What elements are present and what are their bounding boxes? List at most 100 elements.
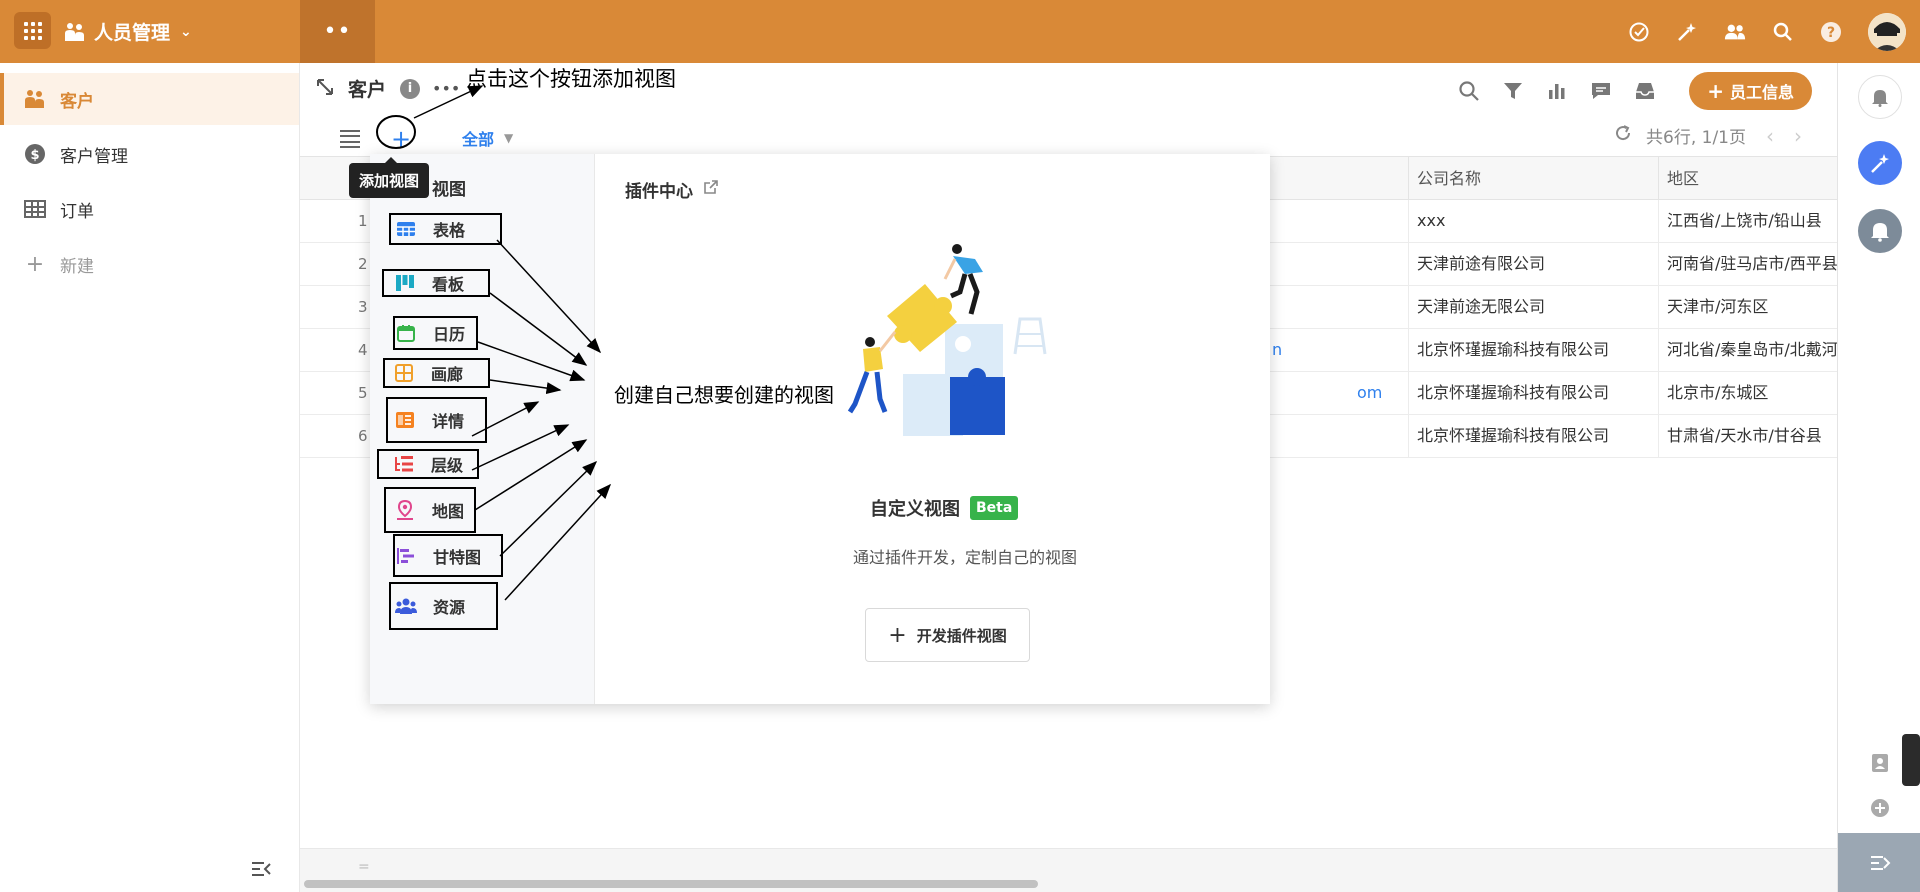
grid-table-icon bbox=[395, 218, 417, 240]
view-option-resource[interactable]: 资源 bbox=[389, 582, 498, 630]
add-comment-icon[interactable] bbox=[1870, 798, 1890, 818]
external-link-icon bbox=[703, 179, 719, 200]
search-icon[interactable] bbox=[1772, 21, 1794, 43]
collapse-panel-button[interactable] bbox=[1838, 833, 1920, 892]
caret-down-icon[interactable]: ▼ bbox=[504, 131, 513, 145]
view-option-table[interactable]: 表格 bbox=[389, 213, 502, 245]
side-handle[interactable] bbox=[1902, 734, 1920, 786]
view-option-label: 层级 bbox=[431, 456, 464, 475]
cell-region[interactable]: 河南省/驻马店市/西平县 bbox=[1658, 243, 1837, 285]
expand-icon[interactable] bbox=[316, 78, 334, 100]
cell-region[interactable]: 北京市/东城区 bbox=[1658, 372, 1837, 414]
view-option-label: 资源 bbox=[433, 598, 466, 617]
pager-text: 共6行, 1/1页 bbox=[1646, 128, 1746, 148]
refresh-icon[interactable] bbox=[1614, 124, 1632, 147]
add-staff-button[interactable]: + 员工信息 bbox=[1689, 72, 1812, 110]
column-header-company[interactable]: 公司名称 bbox=[1408, 157, 1658, 201]
annotation-create-view: 创建自己想要创建的视图 bbox=[614, 383, 834, 407]
view-option-gallery[interactable]: 画廊 bbox=[383, 358, 490, 388]
custom-view-heading: 自定义视图 Beta bbox=[870, 495, 1019, 521]
sidebar-item-customer[interactable]: 客户 bbox=[0, 73, 299, 125]
view-option-label: 表格 bbox=[433, 221, 466, 240]
custom-view-title: 自定义视图 bbox=[870, 499, 960, 520]
view-option-detail[interactable]: 详情 bbox=[386, 397, 487, 443]
horizontal-scrollbar[interactable] bbox=[304, 880, 1038, 888]
add-view-popup: 视图 表格 看板 日历 画廊 详情 层级 地图 甘特图 资源 插件中心 创建自己… bbox=[370, 154, 1270, 704]
tab-all-label: 全部 bbox=[462, 130, 495, 149]
view-option-hierarchy[interactable]: 层级 bbox=[377, 449, 479, 479]
calendar-icon bbox=[395, 322, 417, 344]
sidebar-item-orders[interactable]: 订单 bbox=[0, 183, 299, 235]
svg-text:?: ? bbox=[1827, 25, 1835, 41]
cell-company[interactable]: 北京怀瑾握瑜科技有限公司 bbox=[1408, 372, 1658, 414]
more-apps-button[interactable]: •• bbox=[300, 0, 375, 63]
sidebar-new-button[interactable]: + 新建 bbox=[0, 238, 299, 290]
avatar[interactable] bbox=[1868, 12, 1906, 51]
next-page-icon[interactable]: › bbox=[1794, 124, 1802, 148]
add-view-button[interactable]: + bbox=[388, 125, 414, 153]
ai-assistant-icon[interactable] bbox=[1858, 141, 1902, 185]
cell-region[interactable]: 河北省/秦皇岛市/北戴河 bbox=[1658, 329, 1837, 371]
page-title: 客户 bbox=[348, 79, 387, 101]
tab-all[interactable]: 全部 ▼ bbox=[446, 119, 530, 159]
filter-icon[interactable] bbox=[1501, 79, 1525, 103]
people-icon bbox=[65, 22, 84, 41]
resource-icon bbox=[395, 595, 417, 617]
sidebar-new-label: 新建 bbox=[60, 256, 94, 277]
cell-email-link[interactable]: n bbox=[1272, 329, 1282, 371]
beta-badge: Beta bbox=[970, 496, 1019, 520]
svg-text:$: $ bbox=[30, 148, 39, 163]
view-option-label: 画廊 bbox=[431, 365, 464, 384]
cell-company[interactable]: 北京怀瑾握瑜科技有限公司 bbox=[1408, 415, 1658, 457]
dollar-icon: $ bbox=[24, 143, 46, 165]
view-option-kanban[interactable]: 看板 bbox=[382, 269, 490, 297]
custom-view-description: 通过插件开发，定制自己的视图 bbox=[852, 548, 1077, 567]
sidebar-item-label: 客户 bbox=[60, 91, 94, 112]
view-option-label: 看板 bbox=[432, 275, 465, 294]
collapse-sidebar-icon[interactable] bbox=[250, 860, 272, 882]
view-option-map[interactable]: 地图 bbox=[384, 487, 476, 533]
cell-company[interactable]: xxx bbox=[1408, 200, 1658, 242]
apps-grid-button[interactable] bbox=[14, 12, 51, 49]
contact-card-icon[interactable] bbox=[1870, 753, 1890, 773]
plus-icon: + bbox=[888, 622, 907, 648]
column-header-region[interactable]: 地区 bbox=[1658, 157, 1837, 201]
cell-company[interactable]: 天津前途无限公司 bbox=[1408, 286, 1658, 328]
cell-company[interactable]: 天津前途有限公司 bbox=[1408, 243, 1658, 285]
sidebar-item-customer-management[interactable]: $ 客户管理 bbox=[0, 128, 299, 180]
notification-bell-icon[interactable] bbox=[1858, 209, 1902, 253]
more-icon[interactable]: ••• bbox=[432, 79, 460, 98]
cell-region[interactable]: 天津市/河东区 bbox=[1658, 286, 1837, 328]
map-pin-icon bbox=[394, 499, 416, 521]
drag-handle-icon[interactable]: = bbox=[358, 859, 370, 875]
magic-sparkle-icon[interactable] bbox=[1676, 21, 1698, 43]
annotation-click-button: 点击这个按钮添加视图 bbox=[466, 67, 676, 91]
cell-region[interactable]: 甘肃省/天水市/甘谷县 bbox=[1658, 415, 1837, 457]
views-menu-icon[interactable] bbox=[340, 130, 360, 148]
plugin-center-title: 插件中心 bbox=[625, 182, 693, 202]
prev-page-icon[interactable]: ‹ bbox=[1766, 124, 1774, 148]
task-check-icon[interactable] bbox=[1628, 21, 1650, 43]
search-icon[interactable] bbox=[1457, 79, 1481, 103]
comment-icon[interactable] bbox=[1589, 79, 1613, 103]
cell-region[interactable]: 江西省/上饶市/铅山县 bbox=[1658, 200, 1837, 242]
view-option-gantt[interactable]: 甘特图 bbox=[393, 534, 503, 577]
view-option-label: 详情 bbox=[432, 412, 465, 431]
kanban-icon bbox=[394, 272, 416, 294]
help-icon[interactable]: ? bbox=[1820, 21, 1842, 43]
develop-plugin-view-button[interactable]: + 开发插件视图 bbox=[865, 608, 1030, 662]
info-icon[interactable]: i bbox=[400, 78, 421, 99]
plugin-center-link[interactable]: 插件中心 bbox=[625, 177, 719, 202]
add-staff-label: 员工信息 bbox=[1729, 83, 1794, 102]
app-title: 人员管理 bbox=[94, 22, 171, 44]
cell-company[interactable]: 北京怀瑾握瑜科技有限公司 bbox=[1408, 329, 1658, 371]
chart-icon[interactable] bbox=[1545, 79, 1569, 103]
inbox-icon[interactable] bbox=[1633, 79, 1657, 103]
gantt-icon bbox=[395, 545, 417, 567]
bell-icon[interactable] bbox=[1858, 75, 1902, 119]
sidebar: 客户 $ 客户管理 订单 + 新建 bbox=[0, 63, 300, 892]
contacts-icon[interactable] bbox=[1724, 21, 1746, 43]
cell-email-link[interactable]: om bbox=[1357, 372, 1382, 414]
app-switcher[interactable]: 人员管理 ⌄ bbox=[64, 18, 192, 45]
view-option-calendar[interactable]: 日历 bbox=[393, 316, 478, 350]
